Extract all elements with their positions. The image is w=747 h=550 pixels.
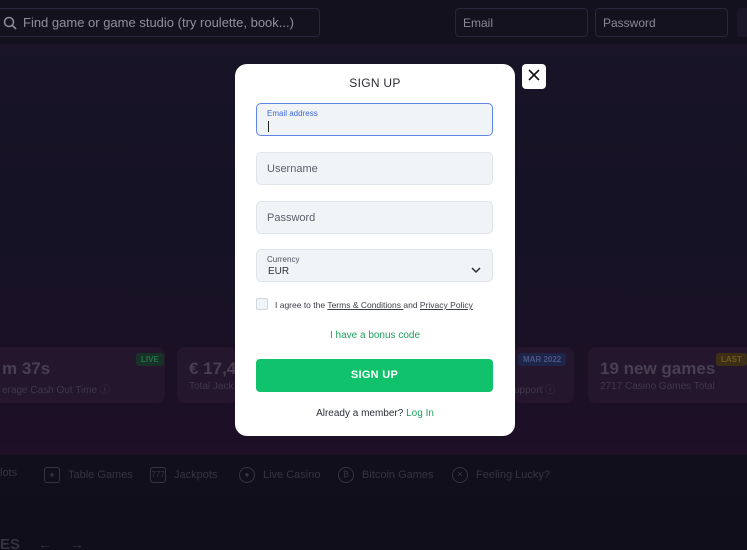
currency-value: EUR [268,266,290,277]
currency-label: Currency [267,255,300,264]
chevron-down-icon [471,261,481,279]
close-button[interactable] [522,64,546,89]
signup-button[interactable]: SIGN UP [256,359,493,392]
signup-modal: SIGN UP Email address Username Password … [235,64,515,436]
terms-agreement: I agree to the Terms & Conditions and Pr… [256,298,496,312]
terms-checkbox[interactable] [256,298,268,310]
close-icon [528,68,540,86]
username-placeholder: Username [267,163,318,175]
bonus-code-link[interactable]: I have a bonus code [235,330,515,341]
modal-title: SIGN UP [349,76,401,90]
email-field[interactable]: Email address [256,103,493,136]
privacy-link[interactable]: Privacy Policy [420,300,473,310]
login-prompt: Already a member? Log In [316,408,434,419]
text-cursor [268,121,269,132]
terms-link[interactable]: Terms & Conditions [327,300,403,310]
password-field[interactable]: Password [256,201,493,234]
username-field[interactable]: Username [256,152,493,185]
currency-select[interactable]: Currency EUR [256,249,493,282]
password-placeholder: Password [267,212,316,224]
email-label: Email address [267,109,318,118]
login-link[interactable]: Log In [406,408,434,419]
